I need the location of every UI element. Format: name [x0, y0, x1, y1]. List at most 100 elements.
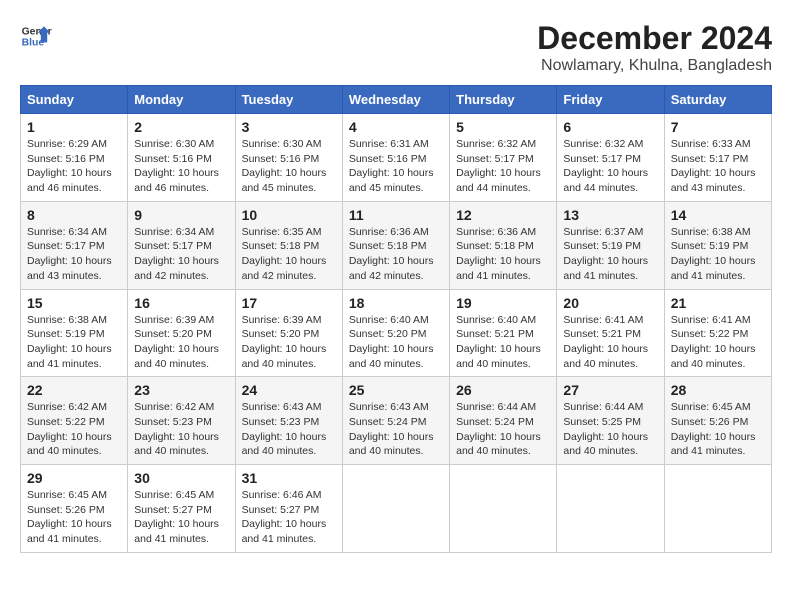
calendar-cell-13: 13Sunrise: 6:37 AMSunset: 5:19 PMDayligh…	[557, 201, 664, 289]
day-number: 10	[242, 207, 336, 223]
calendar-cell-14: 14 Sunrise: 6:38 AMSunset: 5:19 PMDayligh…	[664, 201, 771, 289]
day-number: 21	[671, 295, 765, 311]
day-number: 31	[242, 470, 336, 486]
calendar-cell-29: 29 Sunrise: 6:45 AMSunset: 5:26 PMDayligh…	[21, 465, 128, 553]
day-detail: Sunrise: 6:38 AMSunset: 5:19 PMDaylight:…	[671, 225, 765, 284]
day-detail: Sunrise: 6:36 AMSunset: 5:18 PMDaylight:…	[456, 225, 550, 284]
week-row-1: 1 Sunrise: 6:29 AMSunset: 5:16 PMDaylight…	[21, 114, 772, 202]
day-detail: Sunrise: 6:33 AMSunset: 5:17 PMDaylight:…	[671, 137, 765, 196]
day-detail: Sunrise: 6:30 AMSunset: 5:16 PMDaylight:…	[134, 137, 228, 196]
day-detail: Sunrise: 6:45 AMSunset: 5:26 PMDaylight:…	[671, 400, 765, 459]
day-number: 29	[27, 470, 121, 486]
day-detail: Sunrise: 6:39 AMSunset: 5:20 PMDaylight:…	[242, 313, 336, 372]
calendar-cell-30: 30Sunrise: 6:45 AMSunset: 5:27 PMDayligh…	[128, 465, 235, 553]
calendar-cell-16: 16 Sunrise: 6:39 AMSunset: 5:20 PMDayligh…	[128, 289, 235, 377]
day-number: 16	[134, 295, 228, 311]
day-detail: Sunrise: 6:43 AMSunset: 5:24 PMDaylight:…	[349, 400, 443, 459]
day-detail: Sunrise: 6:37 AMSunset: 5:19 PMDaylight:…	[563, 225, 657, 284]
calendar-cell-9: 9Sunrise: 6:34 AMSunset: 5:17 PMDaylight…	[128, 201, 235, 289]
logo-icon: General Blue	[20, 20, 52, 52]
day-detail: Sunrise: 6:41 AMSunset: 5:22 PMDaylight:…	[671, 313, 765, 372]
day-detail: Sunrise: 6:44 AMSunset: 5:25 PMDaylight:…	[563, 400, 657, 459]
calendar-cell-21: 21 Sunrise: 6:41 AMSunset: 5:22 PMDayligh…	[664, 289, 771, 377]
day-number: 23	[134, 382, 228, 398]
day-detail: Sunrise: 6:43 AMSunset: 5:23 PMDaylight:…	[242, 400, 336, 459]
empty-cell	[664, 465, 771, 553]
calendar-cell-17: 17Sunrise: 6:39 AMSunset: 5:20 PMDayligh…	[235, 289, 342, 377]
calendar-cell-31: 31 Sunrise: 6:46 AMSunset: 5:27 PMDayligh…	[235, 465, 342, 553]
calendar-cell-22: 22 Sunrise: 6:42 AMSunset: 5:22 PMDayligh…	[21, 377, 128, 465]
day-number: 18	[349, 295, 443, 311]
day-detail: Sunrise: 6:42 AMSunset: 5:23 PMDaylight:…	[134, 400, 228, 459]
day-number: 12	[456, 207, 550, 223]
day-number: 8	[27, 207, 121, 223]
column-header-saturday: Saturday	[664, 86, 771, 114]
day-number: 1	[27, 119, 121, 135]
day-number: 3	[242, 119, 336, 135]
calendar-cell-24: 24 Sunrise: 6:43 AMSunset: 5:23 PMDayligh…	[235, 377, 342, 465]
empty-cell	[450, 465, 557, 553]
column-header-sunday: Sunday	[21, 86, 128, 114]
day-number: 28	[671, 382, 765, 398]
column-header-friday: Friday	[557, 86, 664, 114]
calendar-cell-4: 4Sunrise: 6:31 AMSunset: 5:16 PMDaylight…	[342, 114, 449, 202]
empty-cell	[557, 465, 664, 553]
calendar-cell-26: 26Sunrise: 6:44 AMSunset: 5:24 PMDayligh…	[450, 377, 557, 465]
column-headers-row: SundayMondayTuesdayWednesdayThursdayFrid…	[21, 86, 772, 114]
calendar-cell-5: 5Sunrise: 6:32 AMSunset: 5:17 PMDaylight…	[450, 114, 557, 202]
calendar-body: 1 Sunrise: 6:29 AMSunset: 5:16 PMDaylight…	[21, 114, 772, 553]
logo: General Blue	[20, 20, 52, 52]
week-row-5: 29 Sunrise: 6:45 AMSunset: 5:26 PMDayligh…	[21, 465, 772, 553]
month-title: December 2024	[537, 20, 772, 57]
day-number: 15	[27, 295, 121, 311]
calendar-cell-12: 12 Sunrise: 6:36 AMSunset: 5:18 PMDayligh…	[450, 201, 557, 289]
day-detail: Sunrise: 6:29 AMSunset: 5:16 PMDaylight:…	[27, 137, 121, 196]
day-number: 14	[671, 207, 765, 223]
day-number: 25	[349, 382, 443, 398]
day-detail: Sunrise: 6:39 AMSunset: 5:20 PMDaylight:…	[134, 313, 228, 372]
calendar-cell-8: 8 Sunrise: 6:34 AMSunset: 5:17 PMDaylight…	[21, 201, 128, 289]
day-detail: Sunrise: 6:45 AMSunset: 5:27 PMDaylight:…	[134, 488, 228, 547]
calendar-cell-7: 7Sunrise: 6:33 AMSunset: 5:17 PMDaylight…	[664, 114, 771, 202]
calendar-cell-27: 27 Sunrise: 6:44 AMSunset: 5:25 PMDayligh…	[557, 377, 664, 465]
day-number: 19	[456, 295, 550, 311]
day-detail: Sunrise: 6:32 AMSunset: 5:17 PMDaylight:…	[563, 137, 657, 196]
day-detail: Sunrise: 6:38 AMSunset: 5:19 PMDaylight:…	[27, 313, 121, 372]
calendar-cell-18: 18 Sunrise: 6:40 AMSunset: 5:20 PMDayligh…	[342, 289, 449, 377]
calendar-cell-25: 25 Sunrise: 6:43 AMSunset: 5:24 PMDayligh…	[342, 377, 449, 465]
day-number: 2	[134, 119, 228, 135]
day-number: 11	[349, 207, 443, 223]
day-detail: Sunrise: 6:44 AMSunset: 5:24 PMDaylight:…	[456, 400, 550, 459]
calendar-cell-2: 2 Sunrise: 6:30 AMSunset: 5:16 PMDaylight…	[128, 114, 235, 202]
day-number: 9	[134, 207, 228, 223]
day-number: 20	[563, 295, 657, 311]
calendar-cell-3: 3 Sunrise: 6:30 AMSunset: 5:16 PMDaylight…	[235, 114, 342, 202]
day-number: 22	[27, 382, 121, 398]
page-header: General Blue December 2024 Nowlamary, Kh…	[20, 20, 772, 75]
empty-cell	[342, 465, 449, 553]
day-detail: Sunrise: 6:40 AMSunset: 5:21 PMDaylight:…	[456, 313, 550, 372]
day-detail: Sunrise: 6:36 AMSunset: 5:18 PMDaylight:…	[349, 225, 443, 284]
calendar-table: SundayMondayTuesdayWednesdayThursdayFrid…	[20, 85, 772, 553]
calendar-cell-20: 20 Sunrise: 6:41 AMSunset: 5:21 PMDayligh…	[557, 289, 664, 377]
day-detail: Sunrise: 6:35 AMSunset: 5:18 PMDaylight:…	[242, 225, 336, 284]
calendar-cell-6: 6Sunrise: 6:32 AMSunset: 5:17 PMDaylight…	[557, 114, 664, 202]
location-title: Nowlamary, Khulna, Bangladesh	[537, 57, 772, 75]
column-header-thursday: Thursday	[450, 86, 557, 114]
title-area: December 2024 Nowlamary, Khulna, Banglad…	[537, 20, 772, 75]
column-header-tuesday: Tuesday	[235, 86, 342, 114]
day-detail: Sunrise: 6:40 AMSunset: 5:20 PMDaylight:…	[349, 313, 443, 372]
day-detail: Sunrise: 6:42 AMSunset: 5:22 PMDaylight:…	[27, 400, 121, 459]
column-header-monday: Monday	[128, 86, 235, 114]
day-detail: Sunrise: 6:30 AMSunset: 5:16 PMDaylight:…	[242, 137, 336, 196]
calendar-cell-28: 28 Sunrise: 6:45 AMSunset: 5:26 PMDayligh…	[664, 377, 771, 465]
calendar-cell-1: 1 Sunrise: 6:29 AMSunset: 5:16 PMDaylight…	[21, 114, 128, 202]
day-detail: Sunrise: 6:41 AMSunset: 5:21 PMDaylight:…	[563, 313, 657, 372]
day-number: 27	[563, 382, 657, 398]
day-number: 5	[456, 119, 550, 135]
day-detail: Sunrise: 6:45 AMSunset: 5:26 PMDaylight:…	[27, 488, 121, 547]
calendar-cell-15: 15 Sunrise: 6:38 AMSunset: 5:19 PMDayligh…	[21, 289, 128, 377]
day-detail: Sunrise: 6:46 AMSunset: 5:27 PMDaylight:…	[242, 488, 336, 547]
day-number: 24	[242, 382, 336, 398]
day-detail: Sunrise: 6:34 AMSunset: 5:17 PMDaylight:…	[27, 225, 121, 284]
